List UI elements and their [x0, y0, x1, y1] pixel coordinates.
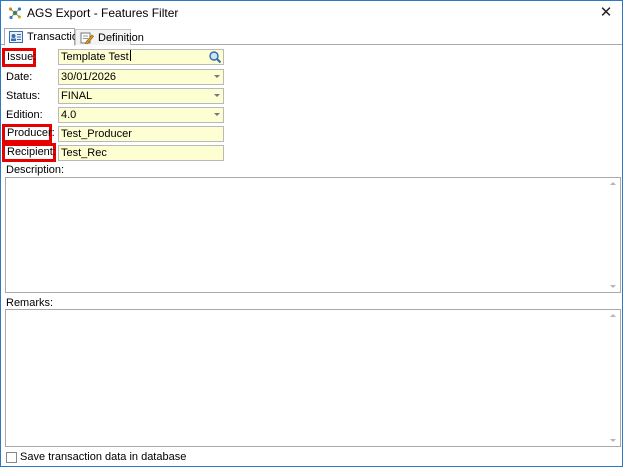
remarks-label: Remarks:: [6, 297, 54, 309]
chevron-down-icon[interactable]: [214, 113, 220, 116]
tab-definition-label: Definition: [98, 32, 144, 44]
scroll-down-icon[interactable]: [610, 285, 616, 288]
date-value: 30/01/2026: [61, 71, 117, 83]
producer-value: Test_Producer: [61, 128, 132, 140]
issue-value: Template Test: [61, 51, 129, 63]
status-value: FINAL: [61, 90, 93, 102]
scroll-up-icon[interactable]: [610, 182, 616, 185]
edition-label: Edition:: [6, 109, 43, 121]
close-button[interactable]: ✕: [595, 4, 617, 22]
id-card-icon: [9, 31, 23, 43]
edition-value: 4.0: [61, 109, 77, 121]
remarks-scrollbar[interactable]: [606, 310, 620, 446]
issue-label: Issue:: [2, 48, 36, 67]
edition-dropdown[interactable]: 4.0: [58, 107, 224, 123]
window-title: AGS Export - Features Filter: [27, 6, 179, 20]
chevron-down-icon[interactable]: [214, 94, 220, 97]
description-label: Description:: [6, 164, 65, 176]
recipient-input[interactable]: Test_Rec: [58, 145, 224, 161]
search-icon[interactable]: [208, 50, 222, 64]
save-transaction-checkbox[interactable]: [6, 452, 17, 463]
recipient-label: Recipient:: [2, 143, 56, 162]
description-scrollbar[interactable]: [606, 178, 620, 292]
scroll-down-icon[interactable]: [610, 439, 616, 442]
date-dropdown[interactable]: 30/01/2026: [58, 69, 224, 85]
producer-input[interactable]: Test_Producer: [58, 126, 224, 142]
recipient-value: Test_Rec: [61, 147, 107, 159]
issue-input[interactable]: Template Test: [58, 49, 224, 65]
producer-label: Producer:: [2, 124, 55, 143]
tab-strip: Transaction Definition: [1, 28, 622, 46]
tab-definition[interactable]: Definition: [75, 29, 144, 45]
app-logo-icon: [8, 7, 22, 20]
date-label: Date:: [6, 71, 33, 83]
status-dropdown[interactable]: FINAL: [58, 88, 224, 104]
tab-transaction[interactable]: Transaction: [4, 28, 84, 46]
title-bar: AGS Export - Features Filter ✕: [1, 1, 622, 25]
features-filter-window: AGS Export - Features Filter ✕ Transacti…: [0, 0, 623, 467]
text-caret: [129, 50, 131, 61]
remarks-textarea[interactable]: [5, 309, 621, 447]
edit-document-icon: [80, 32, 94, 44]
description-textarea[interactable]: [5, 177, 621, 293]
save-transaction-label[interactable]: Save transaction data in database: [20, 451, 186, 463]
status-label: Status:: [6, 90, 41, 102]
scroll-up-icon[interactable]: [610, 314, 616, 317]
chevron-down-icon[interactable]: [214, 75, 220, 78]
